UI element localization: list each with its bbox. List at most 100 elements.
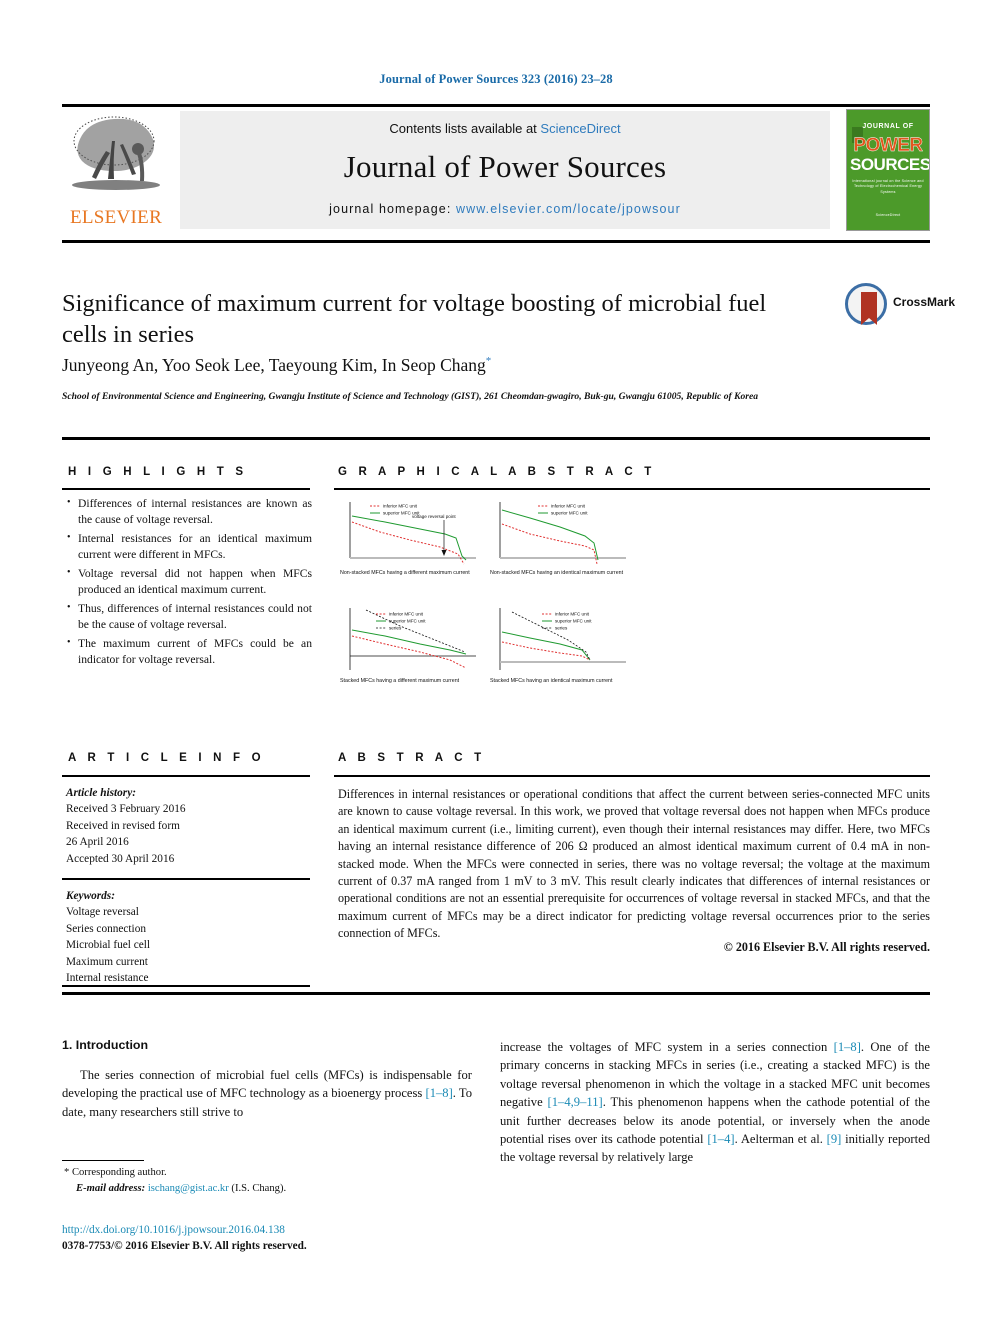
email-label: E-mail address: [76, 1182, 146, 1194]
keyword-item: Internal resistance [66, 971, 149, 984]
journal-title: Journal of Power Sources [343, 149, 667, 184]
citation-link[interactable]: [1–8] [834, 1040, 861, 1054]
author-list: Junyeong An, Yoo Seok Lee, Taeyoung Kim,… [62, 355, 862, 376]
cover-journal-of: JOURNAL OF [862, 123, 914, 130]
ga-panel-4-legend-1: superior MFC unit [555, 619, 592, 624]
body-column-left: 1. Introduction The series connection of… [62, 1038, 472, 1121]
section-heading-introduction: 1. Introduction [62, 1038, 149, 1052]
ga-panel-4-legend-2: series [555, 626, 568, 631]
article-info-rule [62, 775, 310, 777]
article-history-item: Received in revised form [66, 819, 180, 832]
email-note: E-mail address: ischang@gist.ac.kr (I.S.… [64, 1181, 464, 1197]
footnote-rule [62, 1160, 144, 1162]
citation-link[interactable]: [1–8] [426, 1086, 453, 1100]
cover-footer: ScienceDirect [875, 213, 901, 217]
masthead-top-rule [62, 104, 930, 107]
ga-panel-3-legend-0: inferior MFC unit [389, 612, 424, 617]
ga-panel-3-legend-2: series [389, 626, 402, 631]
crossmark-label: CrossMark [893, 295, 956, 309]
email-link[interactable]: ischang@gist.ac.kr [148, 1183, 229, 1194]
crossmark-icon [845, 283, 887, 325]
ga-panel-1-caption: Non-stacked MFCs having a different maxi… [340, 570, 470, 576]
intro-paragraph-left: The series connection of microbial fuel … [62, 1066, 472, 1121]
intro-right-pre: increase the voltages of MFC system in a… [500, 1040, 834, 1054]
highlights-list: Differences of internal resistances are … [66, 496, 312, 671]
affiliation: School of Environmental Science and Engi… [62, 391, 759, 402]
ga-panel-3-caption: Stacked MFCs having a different maximum … [340, 678, 460, 684]
article-history-label: Article history: [66, 787, 136, 799]
highlights-heading: H I G H L I G H T S [68, 466, 248, 478]
cover-subtitle: International journal on the Science and… [852, 179, 924, 194]
masthead-bottom-rule [62, 240, 930, 243]
abstract-rule [334, 775, 930, 777]
list-item: The maximum current of MFCs could be an … [78, 636, 312, 669]
abstract-bottom-rule [62, 992, 930, 995]
ga-panel-2-legend-0: inferior MFC unit [551, 504, 586, 509]
sciencedirect-link[interactable]: ScienceDirect [540, 121, 620, 136]
keyword-item: Voltage reversal [66, 906, 139, 919]
ga-panel-3-plot: inferior MFC unit superior MFC unit seri… [349, 608, 476, 670]
ga-panel-2-caption: Non-stacked MFCs having an identical max… [490, 570, 624, 576]
list-item: Internal resistances for an identical ma… [78, 531, 312, 564]
ga-panel-3-legend-1: superior MFC unit [389, 619, 426, 624]
abstract-text: Differences in internal resistances or o… [338, 787, 930, 941]
body-column-right: increase the voltages of MFC system in a… [500, 1038, 930, 1167]
article-history-item: 26 April 2016 [66, 836, 129, 849]
page-title: Significance of maximum current for volt… [62, 290, 767, 349]
cover-sources-word: SOURCES [850, 155, 930, 174]
list-item: Differences of internal resistances are … [78, 496, 312, 529]
crossmark-badge[interactable]: CrossMark [845, 283, 955, 327]
masthead-center: Contents lists available at ScienceDirec… [180, 111, 830, 229]
graphical-abstract-figure: voltage reversal point inferior MFC unit… [340, 498, 630, 708]
graphical-abstract-rule [334, 488, 930, 490]
ga-panel-4-legend-0: inferior MFC unit [555, 612, 590, 617]
intro-paragraph-right: increase the voltages of MFC system in a… [500, 1038, 930, 1167]
journal-masthead: ELSEVIER Contents lists available at Sci… [62, 109, 930, 233]
ga-panel-1-legend-1: superior MFC unit [383, 511, 420, 516]
article-history-item: Received 3 February 2016 [66, 803, 186, 816]
email-owner: (I.S. Chang). [231, 1182, 287, 1194]
keywords-label: Keywords: [66, 890, 115, 902]
citation-link[interactable]: [1–4] [707, 1132, 734, 1146]
journal-cover-thumbnail: JOURNAL OF POWER SOURCES International j… [846, 109, 930, 231]
elsevier-tree-logo: ELSEVIER [62, 111, 170, 231]
ga-panel-4-plot: inferior MFC unit superior MFC unit seri… [499, 608, 626, 670]
article-history-item: Accepted 30 April 2016 [66, 852, 175, 865]
article-info-heading: A R T I C L E I N F O [68, 752, 265, 764]
intro-text-pre: The series connection of microbial fuel … [62, 1068, 472, 1101]
cover-power-word: POWER [853, 135, 923, 156]
ga-panel-3: inferior MFC unit superior MFC unit seri… [340, 606, 480, 701]
citation-link[interactable]: [9] [827, 1132, 842, 1146]
contents-available-line: Contents lists available at ScienceDirec… [180, 121, 830, 136]
elsevier-wordmark: ELSEVIER [69, 207, 163, 228]
doi-link[interactable]: http://dx.doi.org/10.1016/j.jpowsour.201… [62, 1224, 285, 1236]
citation-link[interactable]: [1–4,9–11] [548, 1095, 603, 1109]
corresponding-author-marker[interactable]: * [486, 355, 492, 367]
list-item: Thus, differences of internal resistance… [78, 601, 312, 634]
ga-panel-4-caption: Stacked MFCs having an identical maximum… [490, 678, 613, 684]
article-page: Journal of Power Sources 323 (2016) 23–2… [0, 0, 992, 1323]
issn-copyright-line: 0378-7753/© 2016 Elsevier B.V. All right… [62, 1240, 307, 1253]
ga-panel-1: voltage reversal point inferior MFC unit… [340, 498, 480, 593]
homepage-label: journal homepage: [329, 202, 456, 216]
homepage-url[interactable]: www.elsevier.com/locate/jpowsour [456, 202, 681, 216]
ga-panel-1-legend-0: inferior MFC unit [383, 504, 418, 509]
footnote-block: * Corresponding author. E-mail address: … [64, 1165, 464, 1197]
author-names: Junyeong An, Yoo Seok Lee, Taeyoung Kim,… [62, 355, 486, 375]
keyword-item: Series connection [66, 922, 146, 935]
keywords-top-rule [62, 878, 310, 880]
title-bottom-rule [62, 437, 930, 440]
abstract-copyright: © 2016 Elsevier B.V. All rights reserved… [723, 940, 930, 954]
ga-panel-2-legend-1: superior MFC unit [551, 511, 588, 516]
ga-panel-4: inferior MFC unit superior MFC unit seri… [490, 606, 630, 701]
list-item: Voltage reversal did not happen when MFC… [78, 566, 312, 599]
keyword-item: Maximum current [66, 955, 148, 968]
article-history: Article history: Received 3 February 201… [66, 785, 312, 867]
footer-block: http://dx.doi.org/10.1016/j.jpowsour.201… [62, 1222, 482, 1255]
intro-right-mid-3: . Aelterman et al. [734, 1131, 827, 1146]
highlights-rule [62, 488, 310, 490]
running-head: Journal of Power Sources 323 (2016) 23–2… [379, 72, 613, 86]
abstract-heading: A B S T R A C T [338, 752, 486, 764]
keywords-block: Keywords: Voltage reversal Series connec… [66, 888, 312, 986]
ga-panel-2-plot: inferior MFC unit superior MFC unit [499, 502, 626, 565]
